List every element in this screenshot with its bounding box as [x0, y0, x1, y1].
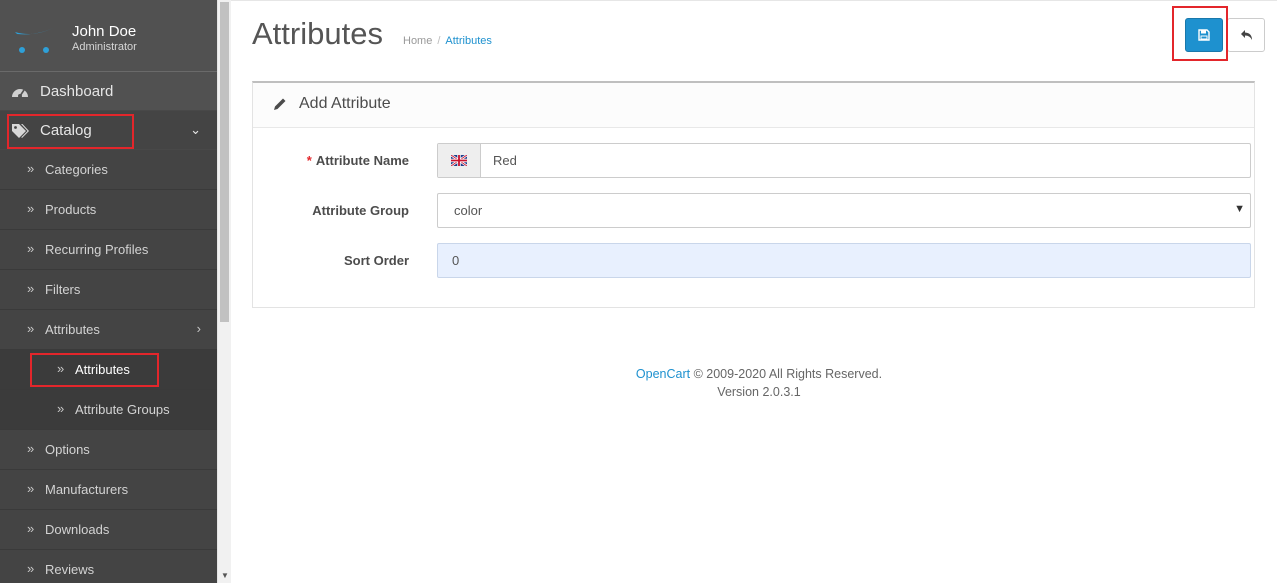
select-caret-icon: ▼	[1234, 203, 1245, 215]
uk-flag-icon	[451, 155, 467, 166]
user-profile: John Doe Administrator	[0, 0, 217, 72]
attribute-group-select[interactable]: color ▼	[437, 193, 1251, 228]
label-text: Attribute Name	[315, 153, 409, 168]
sort-order-input[interactable]: 0	[437, 243, 1251, 278]
sidebar-item-label: Catalog	[40, 122, 92, 139]
sidebar-item-catalog[interactable]: Catalog ⌄	[0, 111, 217, 150]
sort-order-value: 0	[452, 253, 460, 268]
sidebar-item-label: Downloads	[45, 522, 110, 537]
sidebar: John Doe Administrator Dashboard Catalog…	[0, 0, 217, 583]
user-name: John Doe	[72, 23, 137, 40]
sidebar-item-label: Recurring Profiles	[45, 242, 149, 257]
footer-version: Version 2.0.3.1	[717, 385, 801, 399]
attribute-name-input[interactable]: Red	[437, 143, 1251, 178]
form-row-attribute-name: * Attribute Name Red	[253, 143, 1254, 179]
scrollbar-thumb[interactable]	[220, 2, 229, 322]
tags-icon	[12, 124, 29, 138]
sidebar-item-categories[interactable]: » Categories	[0, 150, 217, 190]
footer-copyright: OpenCart © 2009-2020 All Rights Reserved…	[231, 365, 1277, 383]
panel-heading: Add Attribute	[253, 83, 1254, 128]
sidebar-item-label: Attribute Groups	[75, 402, 170, 417]
sidebar-item-label: Manufacturers	[45, 482, 129, 497]
sidebar-item-manufacturers[interactable]: » Manufacturers	[0, 470, 217, 510]
reply-icon	[1241, 30, 1252, 40]
attribute-group-label: Attribute Group	[312, 203, 409, 218]
sidebar-item-downloads[interactable]: » Downloads	[0, 510, 217, 550]
sidebar-scrollbar[interactable]: ▼	[217, 0, 231, 583]
breadcrumb: Home / Attributes	[403, 35, 492, 47]
sidebar-item-label: Dashboard	[40, 83, 114, 100]
sidebar-item-options[interactable]: » Options	[0, 430, 217, 470]
double-chevron-right-icon: »	[27, 241, 35, 256]
double-chevron-right-icon: »	[27, 441, 35, 456]
main-content: Attributes Home / Attributes Add Attribute	[231, 0, 1277, 583]
sidebar-item-label: Attributes	[75, 362, 130, 377]
footer-rights: © 2009-2020 All Rights Reserved.	[693, 367, 883, 381]
attribute-group-value: color	[454, 203, 483, 218]
page-title: Attributes	[252, 16, 383, 51]
footer: OpenCart © 2009-2020 All Rights Reserved…	[231, 365, 1277, 401]
save-icon	[1198, 29, 1210, 41]
form-row-attribute-group: Attribute Group color ▼	[253, 193, 1254, 229]
user-role: Administrator	[72, 41, 137, 53]
sidebar-item-label: Products	[45, 202, 97, 217]
sidebar-item-dashboard[interactable]: Dashboard	[0, 72, 217, 111]
sidebar-item-attributes[interactable]: » Attributes ›	[0, 310, 217, 350]
sidebar-item-label: Filters	[45, 282, 81, 297]
language-flag-addon	[438, 144, 481, 177]
double-chevron-right-icon: »	[27, 161, 35, 176]
breadcrumb-separator: /	[437, 35, 441, 47]
save-button[interactable]	[1185, 18, 1223, 52]
double-chevron-right-icon: »	[57, 361, 65, 376]
double-chevron-right-icon: »	[27, 281, 35, 296]
sidebar-item-attributes-list[interactable]: » Attributes	[0, 350, 217, 390]
sidebar-item-label: Options	[45, 442, 90, 457]
breadcrumb-home[interactable]: Home	[403, 35, 432, 47]
opencart-logo-icon	[15, 26, 57, 53]
sidebar-item-label: Categories	[45, 162, 108, 177]
breadcrumb-attributes[interactable]: Attributes	[445, 35, 491, 47]
sidebar-item-label: Attributes	[45, 322, 100, 337]
add-attribute-panel: Add Attribute * Attribute Name Red Attri…	[252, 81, 1255, 308]
double-chevron-right-icon: »	[27, 561, 35, 576]
double-chevron-right-icon: »	[27, 481, 35, 496]
dashboard-icon	[12, 89, 28, 98]
opencart-link[interactable]: OpenCart	[636, 367, 690, 381]
required-marker: *	[306, 153, 312, 168]
attribute-name-value: Red	[493, 153, 517, 168]
chevron-down-icon: ⌄	[190, 122, 201, 137]
sidebar-item-products[interactable]: » Products	[0, 190, 217, 230]
double-chevron-right-icon: »	[57, 401, 65, 416]
pencil-icon	[274, 98, 286, 110]
sidebar-item-attribute-groups[interactable]: » Attribute Groups	[0, 390, 217, 430]
form-row-sort-order: Sort Order 0	[253, 243, 1254, 279]
chevron-right-icon: ›	[196, 321, 201, 336]
sidebar-item-filters[interactable]: » Filters	[0, 270, 217, 310]
sidebar-item-recurring-profiles[interactable]: » Recurring Profiles	[0, 230, 217, 270]
scroll-down-arrow-icon[interactable]: ▼	[221, 571, 229, 580]
back-button[interactable]	[1227, 18, 1265, 52]
attribute-name-label: * Attribute Name	[307, 153, 409, 168]
double-chevron-right-icon: »	[27, 321, 35, 336]
panel-title: Add Attribute	[299, 95, 391, 112]
sort-order-label: Sort Order	[343, 253, 409, 268]
sidebar-item-label: Reviews	[45, 562, 95, 577]
admin-app: John Doe Administrator Dashboard Catalog…	[0, 0, 1277, 583]
double-chevron-right-icon: »	[27, 201, 35, 216]
double-chevron-right-icon: »	[27, 521, 35, 536]
sidebar-item-reviews[interactable]: » Reviews	[0, 550, 217, 583]
